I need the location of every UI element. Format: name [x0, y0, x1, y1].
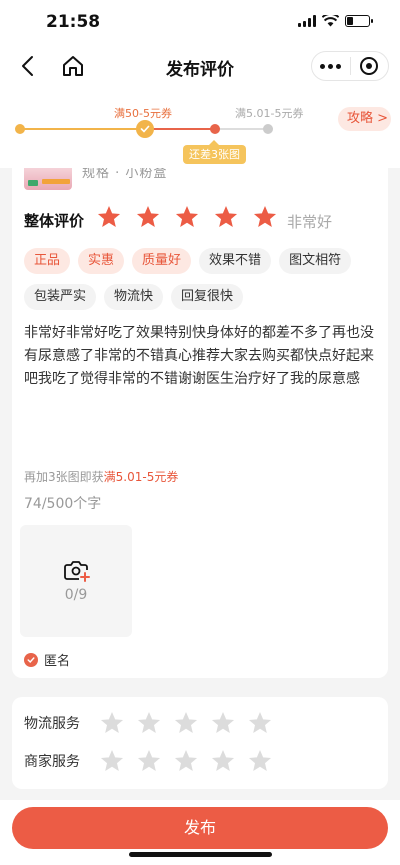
reward-tier-1-label: 满50-5元券	[114, 107, 172, 120]
review-tag[interactable]: 质量好	[132, 248, 192, 274]
review-card: 规格 · 小粉盒 整体评价 非常好 正品 实惠 质量好 效果不错 图文相符包装严实 物流快…	[12, 168, 388, 678]
service-rating-card: 物流服务 商家服务	[12, 697, 388, 789]
mini-program-capsule	[311, 51, 389, 81]
status-time: 21:58	[46, 12, 101, 32]
rating-description: 非常好	[287, 213, 333, 231]
photo-upload-button[interactable]: 0/9	[20, 525, 132, 637]
battery-icon	[345, 15, 373, 27]
star-filled-icon[interactable]	[96, 204, 122, 230]
review-tag[interactable]: 物流快	[104, 284, 164, 310]
photo-reward-prefix: 再加3张图即获	[24, 470, 104, 484]
review-text-area[interactable]: 非常好非常好吃了效果特别快身体好的都差不多了再也没有尿意感了非常的不错真心推荐大…	[24, 322, 374, 391]
star-filled-icon[interactable]	[252, 204, 278, 230]
product-spec: 规格 · 小粉盒	[82, 168, 168, 181]
reward-tier-2-label: 满5.01-5元券	[235, 107, 304, 120]
star-empty-icon[interactable]	[247, 748, 273, 774]
bottom-bar: 发布	[0, 800, 400, 865]
star-filled-icon[interactable]	[213, 204, 239, 230]
star-empty-icon[interactable]	[210, 710, 236, 736]
progress-start-dot	[15, 124, 25, 134]
star-empty-icon[interactable]	[173, 748, 199, 774]
progress-track-done	[20, 128, 145, 130]
close-mini-program-icon[interactable]	[350, 57, 388, 75]
progress-current-dot	[210, 124, 220, 134]
photos-needed-badge: 还差3张图	[183, 140, 246, 164]
wifi-icon	[322, 15, 339, 27]
overall-rating-label: 整体评价	[24, 212, 85, 230]
photo-reward-hint: 再加3张图即获满5.01-5元券	[24, 468, 178, 485]
home-indicator	[129, 852, 272, 857]
progress-track-current	[145, 128, 215, 130]
checkbox-checked-icon[interactable]	[24, 652, 38, 667]
logistics-service-stars[interactable]	[99, 710, 273, 736]
nav-bar: 发布评价	[0, 44, 400, 88]
star-empty-icon[interactable]	[99, 710, 125, 736]
merchant-service-row: 商家服务	[24, 748, 273, 774]
merchant-service-label: 商家服务	[24, 754, 80, 770]
strategy-button[interactable]: 攻略 >	[338, 107, 391, 131]
progress-end-dot	[263, 124, 273, 134]
logistics-service-row: 物流服务	[24, 710, 273, 736]
status-bar: 21:58	[0, 0, 400, 44]
star-empty-icon[interactable]	[173, 710, 199, 736]
logistics-service-label: 物流服务	[24, 716, 80, 732]
review-tag[interactable]: 正品	[24, 248, 71, 274]
progress-track-pending	[215, 128, 268, 130]
star-empty-icon[interactable]	[247, 710, 273, 736]
anonymous-label: 匿名	[44, 654, 71, 669]
overall-rating-stars[interactable]	[96, 204, 278, 230]
check-icon	[136, 120, 154, 138]
review-tag[interactable]: 效果不错	[199, 248, 272, 274]
star-empty-icon[interactable]	[136, 710, 162, 736]
star-empty-icon[interactable]	[136, 748, 162, 774]
star-filled-icon[interactable]	[135, 204, 161, 230]
more-icon[interactable]	[312, 63, 350, 69]
star-filled-icon[interactable]	[174, 204, 200, 230]
anonymous-toggle[interactable]: 匿名	[24, 650, 70, 669]
review-tag[interactable]: 包装严实	[24, 284, 97, 310]
review-tag[interactable]: 实惠	[78, 248, 125, 274]
reward-progress: 满50-5元券 满5.01-5元券 还差3张图 攻略 >	[0, 88, 400, 168]
star-empty-icon[interactable]	[99, 748, 125, 774]
upload-count: 0/9	[64, 587, 88, 603]
review-tag[interactable]: 回复很快	[171, 284, 244, 310]
char-count: 74/500个字	[24, 496, 102, 512]
publish-button[interactable]: 发布	[12, 807, 388, 849]
camera-add-icon	[64, 561, 90, 582]
status-icons	[298, 15, 373, 27]
review-tag[interactable]: 图文相符	[279, 248, 352, 274]
star-empty-icon[interactable]	[210, 748, 236, 774]
merchant-service-stars[interactable]	[99, 748, 273, 774]
photo-reward-coupon: 满5.01-5元券	[103, 470, 179, 484]
product-thumbnail	[24, 168, 72, 190]
signal-icon	[298, 15, 316, 27]
review-tags: 正品 实惠 质量好 效果不错 图文相符包装严实 物流快 回复很快	[24, 248, 374, 310]
